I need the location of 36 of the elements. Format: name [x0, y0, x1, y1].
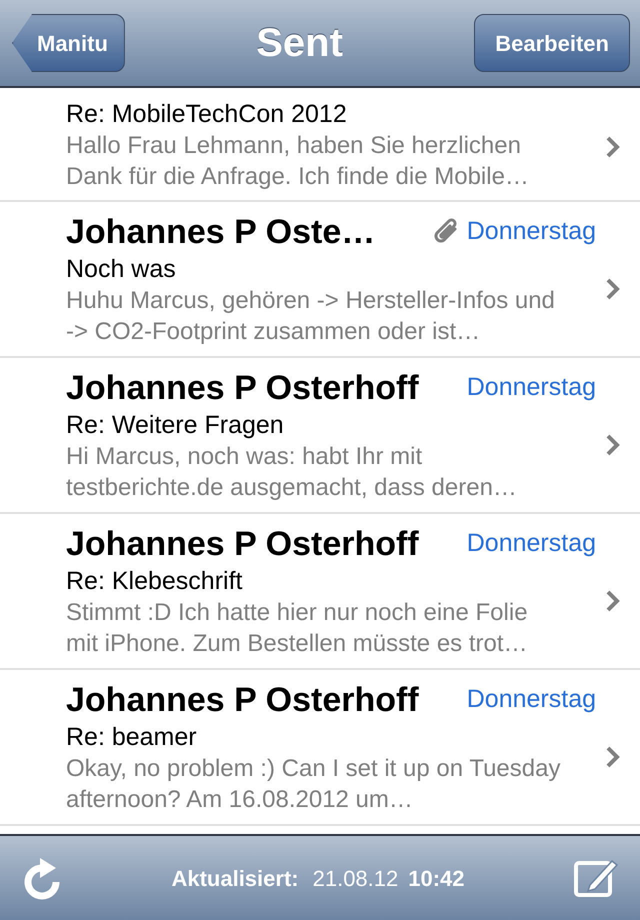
- message-row[interactable]: Johannes P Osterhoff Donnerstag Re: Klebeschrift Stimmt :D Ich hatte hier nur noch eine Folie mit iPhone. Zum Bestellen müsste es trot…: [0, 514, 640, 670]
- refresh-icon[interactable]: [22, 856, 62, 900]
- back-button[interactable]: Manitu: [12, 14, 125, 72]
- updated-date: 21.08.12: [312, 864, 398, 892]
- updated-time: 10:42: [408, 864, 465, 892]
- sender-name: Johannes P Osterhoff: [66, 680, 419, 720]
- message-subject: Re: MobileTechCon 2012: [66, 99, 347, 130]
- chevron-icon: [606, 434, 620, 456]
- message-date: Donnerstag: [466, 372, 596, 404]
- message-row[interactable]: Johannes P Osterhoff Donnerstag Re: beamer Okay, no problem :) Can I set it up on Tuesday afternoon? Am 16.08.2012 um…: [0, 670, 640, 826]
- message-subject: Re: Weitere Fragen: [66, 410, 284, 441]
- chevron-icon: [606, 136, 620, 158]
- chevron-icon: [606, 278, 620, 300]
- sender-name: Johannes P Osterhoff: [66, 524, 419, 564]
- message-date: Donnerstag: [466, 528, 596, 560]
- message-preview: Huhu Marcus, gehören -> Hersteller-Infos und -> CO2-Footprint zusammen oder ist…: [66, 286, 556, 347]
- navigation-title: Sent: [256, 20, 343, 67]
- message-date: Donnerstag: [466, 684, 596, 716]
- sender-name: Johannes P Oste…: [66, 212, 376, 252]
- edit-button[interactable]: Bearbeiten: [474, 14, 630, 72]
- updated-label: Aktualisiert:: [171, 864, 299, 892]
- message-preview: Okay, no problem :) Can I set it up on Tuesday afternoon? Am 16.08.2012 um…: [66, 754, 562, 815]
- message-subject: Re: Klebeschrift: [66, 566, 242, 597]
- message-preview: Stimmt :D Ich hatte hier nur noch eine Folie mit iPhone. Zum Bestellen müsste es trot…: [66, 598, 529, 659]
- sender-name: Johannes P Osterhoff: [66, 368, 419, 408]
- message-subject: Re: beamer: [66, 722, 197, 753]
- compose-icon[interactable]: [574, 859, 618, 897]
- message-row[interactable]: Johannes P Oste… Donnerstag Noch was Huhu Marcus, gehören -> Hersteller-Infos und -> CO2-Footprint zusammen oder ist…: [0, 202, 640, 358]
- message-subject: Noch was: [66, 254, 176, 285]
- message-date: Donnerstag: [466, 216, 596, 248]
- chevron-icon: [606, 590, 620, 612]
- chevron-icon: [606, 746, 620, 768]
- message-row[interactable]: Re: MobileTechCon 2012 Hallo Frau Lehmann, haben Sie herzlichen Dank für die Anfrage. Ich finde die Mobile…: [0, 88, 640, 202]
- message-preview: Hi Marcus, noch was: habt Ihr mit testberichte.de ausgemacht, dass deren…: [66, 442, 518, 503]
- message-preview: Hallo Frau Lehmann, haben Sie herzlichen Dank für die Anfrage. Ich finde die Mobile…: [66, 131, 530, 192]
- message-row[interactable]: Johannes P Osterhoff Donnerstag Re: Weitere Fragen Hi Marcus, noch was: habt Ihr mit testberichte.de ausgemacht, dass deren…: [0, 358, 640, 514]
